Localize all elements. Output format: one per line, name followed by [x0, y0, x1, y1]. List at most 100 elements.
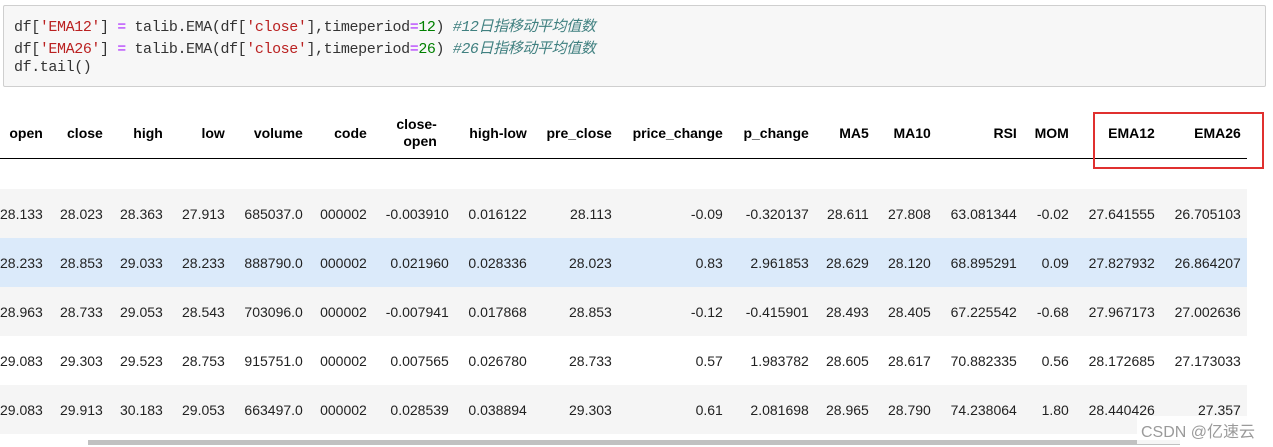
table-row[interactable]: 29.083 29.913 30.183 29.053 663497.0 000002 0.… [0, 385, 1247, 434]
column-header-high-low: high-low [469, 124, 527, 141]
table-row[interactable]: 28.133 28.023 28.363 27.913 685037.0 000002 -0… [0, 189, 1247, 238]
column-header-code: code [334, 124, 367, 141]
table-cell: 29.303 [48, 336, 109, 385]
table-cell: 28.133 [0, 189, 49, 238]
column-header-mom: MOM [1034, 124, 1069, 141]
table-cell: 28.233 [168, 238, 231, 287]
table-cell: 0.026780 [454, 336, 533, 385]
table-cell: 30.183 [108, 385, 169, 434]
table-cell: 26.864207 [1160, 238, 1247, 287]
table-cell: 27.808 [874, 189, 937, 238]
table-cell: 68.895291 [936, 238, 1023, 287]
table-cell: 27.641555 [1074, 189, 1161, 238]
column-header-ma5: MA5 [839, 124, 869, 141]
table-cell: 27.913 [168, 189, 231, 238]
table-cell: 0.021960 [372, 238, 455, 287]
code-line-2: df['EMA26'] = talib.EMA(df['close'],time… [14, 41, 596, 58]
table-cell: 28.405 [874, 287, 937, 336]
table-cell: 29.913 [48, 385, 109, 434]
table-cell: 28.233 [0, 238, 49, 287]
table-cell: 0.83 [617, 238, 729, 287]
table-cell: 703096.0 [230, 287, 309, 336]
table-cell: 28.493 [814, 287, 875, 336]
table-cell: -0.68 [1022, 287, 1075, 336]
ema-columns-highlight [1093, 112, 1264, 169]
table-cell: 27.173033 [1160, 336, 1247, 385]
table-cell: 29.303 [532, 385, 618, 434]
dataframe-table: open close high low volume code close-open high… [0, 108, 1247, 434]
table-cell: 28.611 [814, 189, 875, 238]
column-header-high: high [133, 124, 163, 141]
table-cell: 28.853 [532, 287, 618, 336]
table-cell: 000002 [308, 287, 373, 336]
table-cell: 888790.0 [230, 238, 309, 287]
table-cell: 27.967173 [1074, 287, 1161, 336]
table-cell: 000002 [308, 336, 373, 385]
column-header-price-change: price_change [632, 124, 723, 141]
table-cell: -0.09 [617, 189, 729, 238]
table-cell: 28.965 [814, 385, 875, 434]
column-header-close: close [67, 124, 103, 141]
table-cell: 28.120 [874, 238, 937, 287]
table-cell: 63.081344 [936, 189, 1023, 238]
table-cell: 29.083 [0, 385, 49, 434]
table-cell: 0.038894 [454, 385, 533, 434]
table-cell: 28.753 [168, 336, 231, 385]
table-cell: 28.605 [814, 336, 875, 385]
table-cell: 0.016122 [454, 189, 533, 238]
table-cell: 29.053 [168, 385, 231, 434]
table-cell: 0.017868 [454, 287, 533, 336]
table-cell: 2.961853 [728, 238, 815, 287]
table-cell: 28.113 [532, 189, 618, 238]
table-cell: 000002 [308, 385, 373, 434]
table-cell: 1.983782 [728, 336, 815, 385]
table-cell: 27.827932 [1074, 238, 1161, 287]
table-cell: -0.12 [617, 287, 729, 336]
table-cell: 67.225542 [936, 287, 1023, 336]
table-cell: 26.705103 [1160, 189, 1247, 238]
table-cell: 29.033 [108, 238, 169, 287]
column-header-low: low [201, 124, 225, 141]
table-cell: 28.963 [0, 287, 49, 336]
column-header-p-change: p_change [743, 124, 809, 141]
table-cell: 1.80 [1022, 385, 1075, 434]
table-cell: 685037.0 [230, 189, 309, 238]
table-cell: 915751.0 [230, 336, 309, 385]
table-cell: 28.023 [532, 238, 618, 287]
table-row[interactable]: 28.233 28.853 29.033 28.233 888790.0 000002 0.… [0, 238, 1247, 287]
table-cell: 29.053 [108, 287, 169, 336]
column-header-ma10: MA10 [893, 124, 931, 141]
table-cell: -0.320137 [728, 189, 815, 238]
table-cell: 2.081698 [728, 385, 815, 434]
table-cell: 000002 [308, 189, 373, 238]
code-cell[interactable]: df['EMA12'] = talib.EMA(df['close'],time… [3, 5, 1266, 87]
table-cell: 663497.0 [230, 385, 309, 434]
table-cell: 0.56 [1022, 336, 1075, 385]
table-cell: 70.882335 [936, 336, 1023, 385]
table-cell: 0.09 [1022, 238, 1075, 287]
table-cell: 28.733 [532, 336, 618, 385]
table-cell: 0.007565 [372, 336, 455, 385]
table-cell: 28.543 [168, 287, 231, 336]
table-cell: -0.007941 [372, 287, 455, 336]
table-cell: 28.617 [874, 336, 937, 385]
table-cell: 000002 [308, 238, 373, 287]
table-cell: 0.028336 [454, 238, 533, 287]
column-header-rsi: RSI [993, 124, 1017, 141]
table-row[interactable]: 29.083 29.303 29.523 28.753 915751.0 000002 0.… [0, 336, 1247, 385]
column-header-open: open [9, 124, 43, 141]
table-cell: 28.363 [108, 189, 169, 238]
table-cell: 29.083 [0, 336, 49, 385]
horizontal-scrollbar[interactable] [88, 440, 1180, 445]
table-cell: -0.415901 [728, 287, 815, 336]
table-cell: -0.003910 [372, 189, 455, 238]
table-cell: 28.853 [48, 238, 109, 287]
table-cell: 0.028539 [372, 385, 455, 434]
table-row[interactable]: 28.963 28.733 29.053 28.543 703096.0 000002 -0… [0, 287, 1247, 336]
table-cell: 28.172685 [1074, 336, 1161, 385]
table-cell: 0.57 [617, 336, 729, 385]
code-line-3: df.tail() [14, 59, 92, 76]
table-cell: -0.02 [1022, 189, 1075, 238]
table-cell: 27.002636 [1160, 287, 1247, 336]
table-cell: 0.61 [617, 385, 729, 434]
